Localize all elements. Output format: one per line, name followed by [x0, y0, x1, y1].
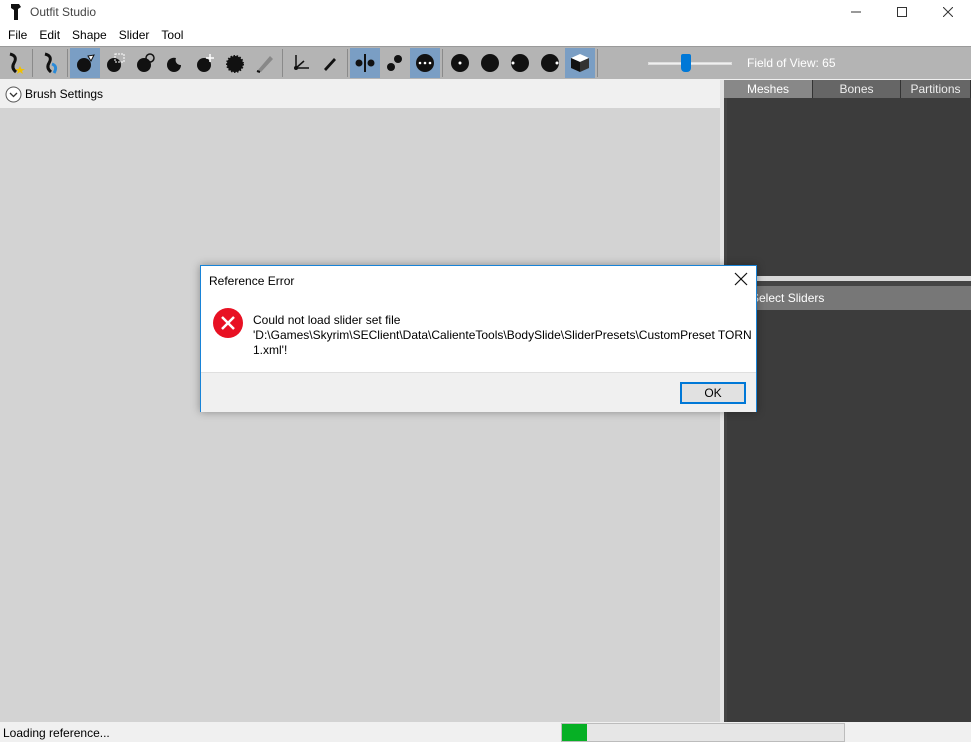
window-controls [833, 0, 971, 24]
close-icon[interactable] [734, 272, 748, 286]
panel-divider[interactable] [724, 276, 971, 281]
3d-viewport[interactable] [0, 108, 720, 722]
inflate-brush-icon [137, 53, 155, 72]
load-outfit-button[interactable] [35, 48, 65, 78]
move-brush-button[interactable] [190, 48, 220, 78]
dialog-message: Could not load slider set file 'D:\Games… [253, 313, 753, 358]
brush-settings-header[interactable]: Brush Settings [0, 80, 722, 108]
dialog-footer: OK [201, 372, 756, 412]
menu-slider[interactable]: Slider [113, 24, 156, 46]
status-text: Loading reference... [3, 726, 110, 740]
pencil-button[interactable] [315, 48, 345, 78]
menu-file[interactable]: File [2, 24, 33, 46]
select-brush-button[interactable] [70, 48, 100, 78]
global-brush-icon [416, 54, 434, 72]
pencil-icon [324, 58, 336, 71]
outfit-studio-logo-icon [11, 4, 21, 20]
title-bar: Outfit Studio [0, 0, 971, 24]
deflate-brush-icon [166, 57, 181, 72]
menu-bar: File Edit Shape Slider Tool [0, 24, 971, 46]
load-outfit-icon [44, 52, 58, 74]
message-line: Could not load slider set file [253, 313, 401, 327]
minimize-icon [851, 11, 861, 13]
deflate-brush-button[interactable] [160, 48, 190, 78]
wireframe-icon [481, 54, 499, 72]
toolbar-separator [32, 49, 33, 77]
message-line: 1.xml'! [253, 343, 288, 357]
mesh-list[interactable] [727, 98, 971, 276]
slider-list[interactable] [727, 310, 971, 722]
vertex-dot-button[interactable] [445, 48, 475, 78]
window-title: Outfit Studio [30, 5, 97, 19]
right-panel: Meshes Bones Partitions e-/Select Slider… [724, 80, 971, 722]
toolbar-separator [442, 49, 443, 77]
connected-only-button[interactable] [380, 48, 410, 78]
maximize-button[interactable] [879, 0, 925, 24]
global-brush-button[interactable] [410, 48, 440, 78]
texture-icon [541, 54, 559, 72]
tab-meshes[interactable]: Meshes [724, 80, 813, 98]
toolbar: Field of View: 65 [0, 46, 971, 79]
smooth-brush-icon [226, 55, 244, 73]
close-button[interactable] [925, 0, 971, 24]
loading-progress-bar [561, 723, 845, 742]
reference-error-dialog: Reference Error Could not load slider se… [200, 265, 757, 412]
dialog-title: Reference Error [209, 274, 295, 288]
progress-fill [562, 724, 588, 741]
cube-view-button[interactable] [565, 48, 595, 78]
lighting-icon [511, 54, 529, 72]
x-mirror-button[interactable] [350, 48, 380, 78]
move-brush-icon [197, 54, 214, 72]
toolbar-separator [597, 49, 598, 77]
toolbar-separator [282, 49, 283, 77]
maximize-icon [897, 7, 907, 17]
cube-view-icon [571, 54, 589, 72]
menu-tool[interactable]: Tool [155, 24, 189, 46]
slider-thumb[interactable] [681, 54, 691, 72]
vertex-dot-icon [451, 54, 469, 72]
weight-brush-icon [256, 56, 273, 73]
inflate-brush-button[interactable] [130, 48, 160, 78]
error-icon [213, 308, 243, 338]
mask-brush-icon [107, 53, 125, 72]
load-reference-icon [9, 52, 25, 74]
mask-brush-button[interactable] [100, 48, 130, 78]
ok-button[interactable]: OK [680, 382, 746, 404]
smooth-brush-button[interactable] [220, 48, 250, 78]
transform-button[interactable] [285, 48, 315, 78]
panel-tabs: Meshes Bones Partitions [724, 80, 971, 98]
minimize-button[interactable] [833, 0, 879, 24]
weight-brush-button[interactable] [250, 48, 280, 78]
menu-shape[interactable]: Shape [66, 24, 113, 46]
sliders-header[interactable]: e-/Select Sliders [727, 286, 971, 310]
close-icon [943, 7, 953, 17]
toolbar-separator [67, 49, 68, 77]
transform-icon [294, 55, 309, 70]
brush-settings-label: Brush Settings [25, 87, 104, 101]
load-reference-button[interactable] [0, 48, 30, 78]
wireframe-button[interactable] [475, 48, 505, 78]
toolbar-separator [347, 49, 348, 77]
connected-only-icon [387, 55, 402, 71]
message-line: 'D:\Games\Skyrim\SEClient\Data\CalienteT… [253, 328, 752, 342]
menu-edit[interactable]: Edit [33, 24, 66, 46]
field-of-view-label: Field of View: 65 [747, 56, 836, 70]
texture-button[interactable] [535, 48, 565, 78]
chevron-down-icon[interactable] [5, 86, 22, 103]
lighting-button[interactable] [505, 48, 535, 78]
field-of-view-slider[interactable] [648, 54, 732, 72]
tab-bones[interactable]: Bones [813, 80, 901, 98]
select-brush-icon [77, 54, 95, 72]
x-mirror-icon [355, 54, 375, 72]
tab-partitions[interactable]: Partitions [901, 80, 971, 98]
